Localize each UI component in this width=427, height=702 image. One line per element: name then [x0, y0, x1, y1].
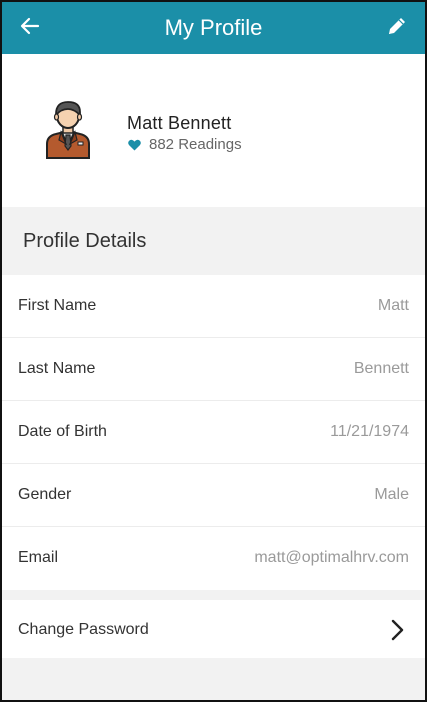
field-row-date-of-birth: Date of Birth 11/21/1974 — [2, 401, 425, 464]
field-row-last-name: Last Name Bennett — [2, 338, 425, 401]
change-password-label: Change Password — [18, 621, 149, 638]
change-password-button[interactable]: Change Password — [2, 600, 425, 662]
profile-name: Matt Bennett — [127, 113, 232, 133]
field-label: Email — [18, 549, 59, 566]
field-value: matt@optimalhrv.com — [254, 549, 409, 566]
field-value: 11/21/1974 — [330, 423, 409, 440]
field-label: Last Name — [18, 360, 96, 377]
footer-space — [2, 658, 425, 700]
field-row-email: Email matt@optimalhrv.com — [2, 527, 425, 590]
field-row-first-name: First Name Matt — [2, 275, 425, 338]
field-label: Gender — [18, 486, 72, 503]
field-row-gender: Gender Male — [2, 464, 425, 527]
field-value: Bennett — [353, 360, 409, 377]
section-header: Profile Details — [2, 207, 425, 275]
businessman-avatar-icon — [44, 100, 92, 160]
readings-count: 882 Readings — [127, 135, 242, 155]
chevron-right-icon — [385, 618, 409, 642]
edit-profile-button[interactable] — [383, 14, 411, 42]
profile-summary: Matt Bennett 882 Readings — [2, 54, 425, 207]
field-value: Male — [374, 486, 409, 503]
section-divider — [2, 590, 425, 600]
readings-text: 882 Readings — [149, 136, 242, 153]
field-label: First Name — [18, 297, 97, 314]
section-title: Profile Details — [23, 230, 147, 252]
heart-icon — [128, 139, 141, 151]
field-label: Date of Birth — [18, 423, 107, 440]
profile-screen: My Profile Matt Bennett 882 Readings Pro… — [0, 0, 427, 702]
profile-identity: Matt Bennett 882 Readings — [127, 112, 242, 155]
page-title: My Profile — [164, 15, 263, 40]
app-bar: My Profile — [2, 2, 425, 54]
pencil-icon — [386, 15, 408, 42]
field-value: Matt — [377, 297, 409, 314]
